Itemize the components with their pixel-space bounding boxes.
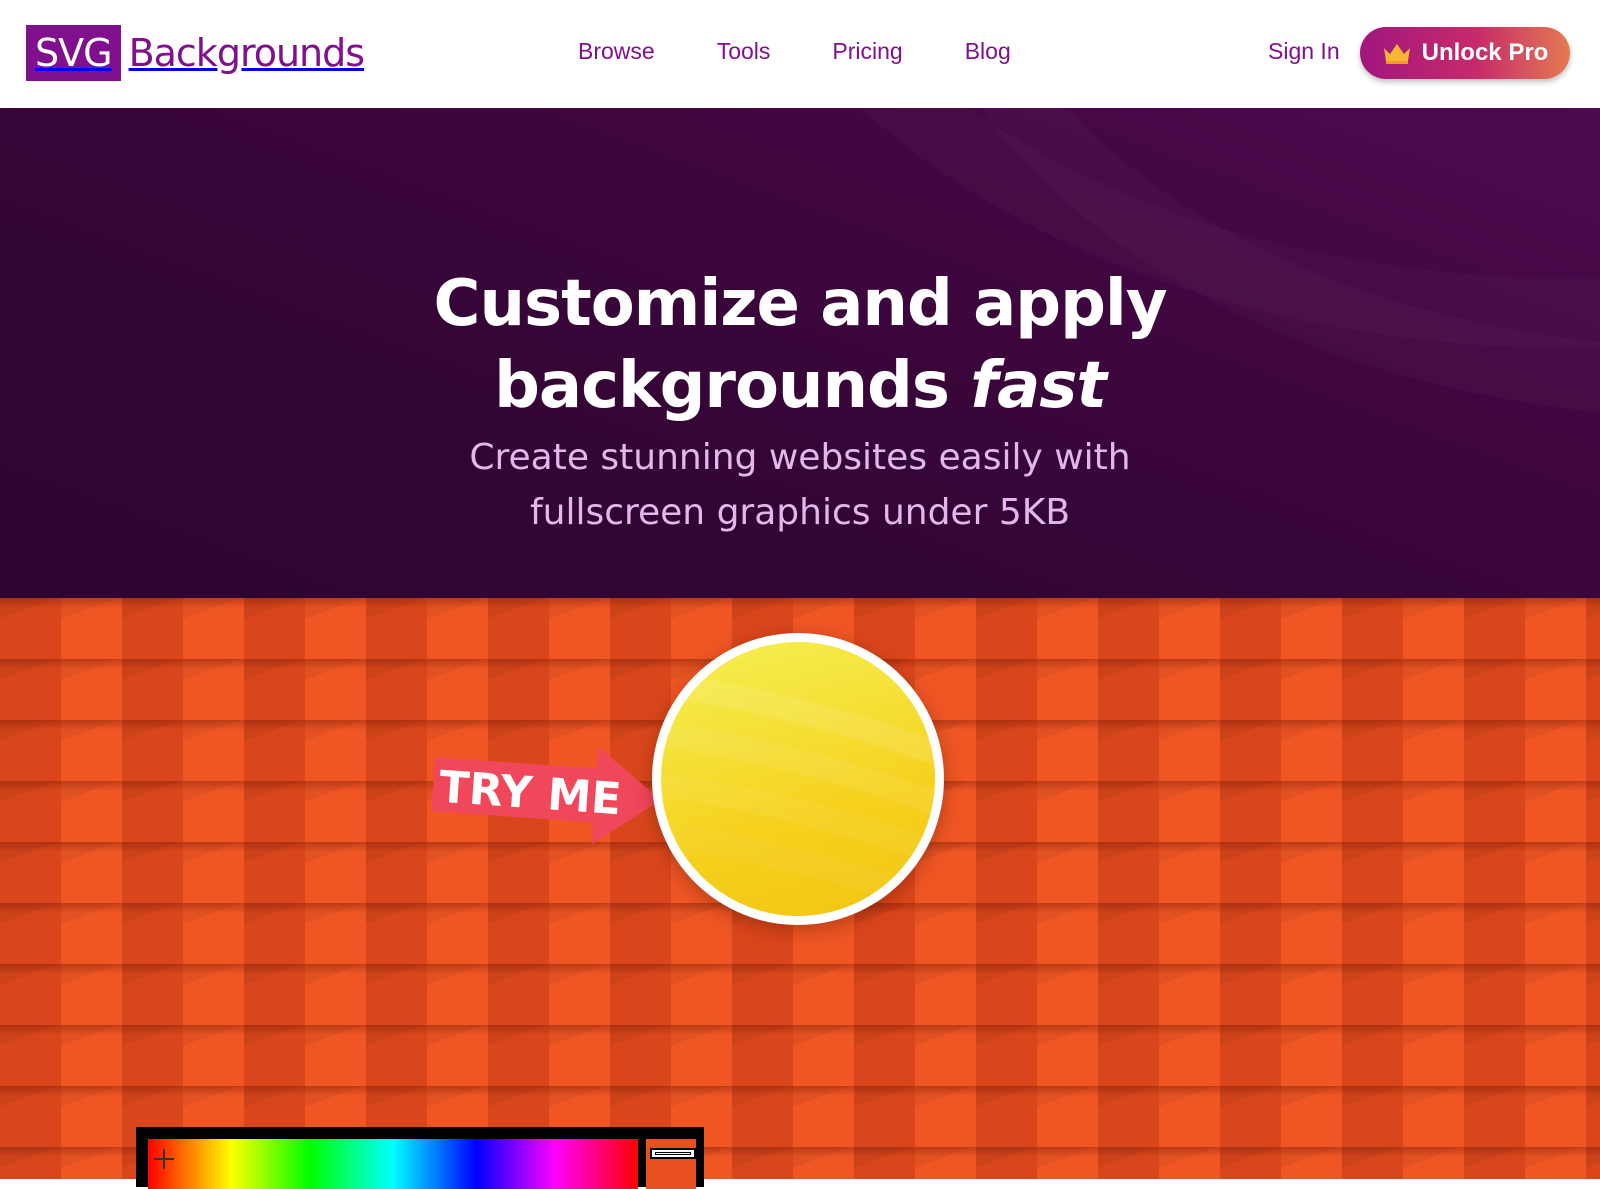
hero-subtitle: Create stunning websites easily with ful… (0, 430, 1600, 540)
logo-box: SVG (26, 25, 121, 81)
hero-section: Customize and apply backgrounds fast Cre… (0, 108, 1600, 598)
nav-tools[interactable]: Tools (717, 38, 771, 65)
unlock-pro-button[interactable]: Unlock Pro (1360, 27, 1570, 79)
hero-title-line2: backgrounds (494, 349, 971, 423)
nav-blog[interactable]: Blog (965, 38, 1011, 65)
crosshair-icon[interactable] (152, 1147, 176, 1171)
selected-color-swatch[interactable] (646, 1139, 696, 1189)
hero-title: Customize and apply backgrounds fast (0, 263, 1600, 427)
color-picker (136, 1127, 704, 1189)
circle-pattern (661, 672, 935, 916)
crown-icon (1383, 44, 1410, 64)
color-toggle-button[interactable] (652, 633, 944, 925)
hero-subtitle-line1: Create stunning websites easily with (469, 437, 1131, 478)
sign-in-link[interactable]: Sign In (1268, 38, 1340, 65)
color-swatch-circle (661, 642, 935, 916)
hero-subtitle-line2: fullscreen graphics under 5KB (529, 492, 1071, 533)
main-nav: Browse Tools Pricing Blog (578, 38, 1073, 65)
unlock-pro-label: Unlock Pro (1421, 39, 1549, 66)
hero-title-line1: Customize and apply (433, 267, 1167, 341)
logo-text: Backgrounds (128, 31, 365, 75)
site-header: SVG Backgrounds Browse Tools Pricing Blo… (0, 0, 1600, 109)
hero-title-emphasis: fast (970, 349, 1107, 423)
nav-pricing[interactable]: Pricing (832, 38, 902, 65)
nav-browse[interactable]: Browse (578, 38, 655, 65)
try-me-arrow: TRY ME (431, 746, 661, 845)
hue-slider[interactable] (148, 1139, 638, 1189)
site-logo[interactable]: SVG Backgrounds (26, 25, 365, 81)
picker-handle[interactable] (650, 1148, 696, 1159)
